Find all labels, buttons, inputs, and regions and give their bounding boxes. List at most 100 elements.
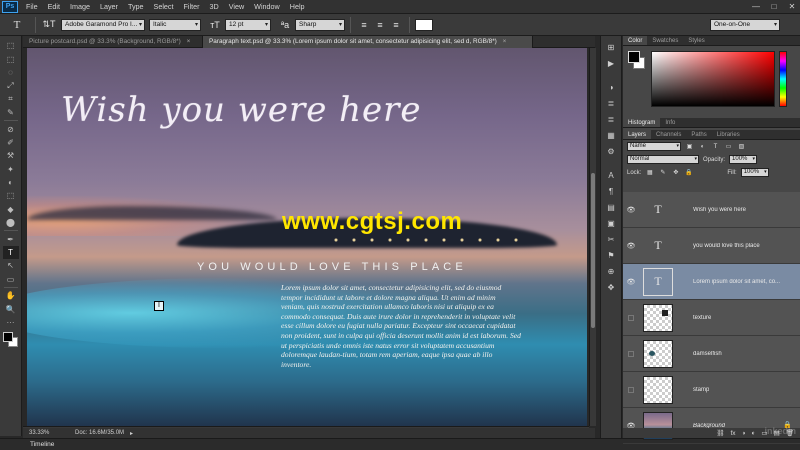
color-swatches[interactable]: [2, 331, 20, 349]
font-style-select[interactable]: Italic: [149, 18, 201, 31]
anti-alias-select[interactable]: Sharp: [295, 18, 345, 31]
menu-help[interactable]: Help: [285, 0, 310, 14]
filter-shape-icon[interactable]: ▭: [724, 142, 733, 151]
gradient-tool-icon[interactable]: ⬚: [3, 189, 19, 202]
visibility-toggle-off[interactable]: [623, 350, 639, 357]
crop-tool-icon[interactable]: ⌗: [3, 93, 19, 106]
tab-libraries[interactable]: Libraries: [712, 130, 745, 139]
maximize-icon[interactable]: □: [768, 1, 780, 12]
transform-icon[interactable]: ✥: [603, 280, 619, 294]
tool-presets-icon[interactable]: ✂: [603, 232, 619, 246]
adjustments-icon[interactable]: ◑: [603, 80, 619, 94]
tab-paragraph-text[interactable]: Paragraph text.psd @ 33.3% (Lorem ipsum …: [203, 36, 533, 48]
quick-select-tool-icon[interactable]: ⤢: [3, 79, 19, 92]
tab-layers[interactable]: Layers: [623, 130, 652, 139]
brush-settings-icon[interactable]: ⚙: [603, 144, 619, 158]
filter-pixel-icon[interactable]: ▣: [685, 142, 694, 151]
fill-input[interactable]: 100%: [740, 168, 769, 177]
vertical-scrollbar[interactable]: [589, 48, 596, 426]
history-brush-tool-icon[interactable]: ✦: [3, 163, 19, 176]
font-family-select[interactable]: Adobe Garamond Pro I...: [61, 18, 145, 31]
paragraph-panel-icon[interactable]: ¶: [603, 184, 619, 198]
lock-position-icon[interactable]: ✥: [671, 168, 680, 177]
subtitle-text[interactable]: YOU WOULD LOVE THIS PLACE: [197, 261, 467, 273]
visibility-eye-icon[interactable]: 👁: [623, 278, 639, 286]
brush-tool-icon[interactable]: ✐: [3, 136, 19, 149]
tab-info[interactable]: Info: [660, 118, 680, 127]
visibility-eye-icon[interactable]: 👁: [623, 242, 639, 250]
lasso-tool-icon[interactable]: ◌: [3, 66, 19, 79]
blur-tool-icon[interactable]: ◆: [3, 203, 19, 216]
tab-channels[interactable]: Channels: [651, 130, 686, 139]
menu-view[interactable]: View: [224, 0, 249, 14]
filter-adjustment-icon[interactable]: ◐: [698, 142, 707, 151]
hue-slider[interactable]: [779, 51, 787, 107]
color-picker-field[interactable]: [651, 51, 775, 107]
eraser-tool-icon[interactable]: ◐: [3, 176, 19, 189]
pen-tool-icon[interactable]: ✒: [3, 232, 19, 245]
filter-type-icon[interactable]: T: [711, 142, 720, 151]
path-select-tool-icon[interactable]: ↖: [3, 259, 19, 272]
tab-histogram[interactable]: Histogram: [623, 118, 661, 127]
menu-3d[interactable]: 3D: [205, 0, 224, 14]
text-orientation-icon[interactable]: ⇅T: [41, 17, 57, 33]
document-canvas[interactable]: Wish you were here www.cgtsj.com YOU WOU…: [23, 48, 595, 426]
opacity-input[interactable]: 100%: [729, 155, 758, 164]
vertical-scroll-thumb[interactable]: [591, 173, 595, 328]
layer-style-icon[interactable]: fx: [730, 430, 735, 437]
layer-row[interactable]: 👁 T you would love this place: [623, 228, 800, 264]
layer-row[interactable]: 👁 T Wish you were here: [623, 192, 800, 228]
align-left-icon[interactable]: ≡: [356, 17, 372, 33]
arrange-icon[interactable]: ⊞: [603, 40, 619, 54]
tab-picture-postcard[interactable]: Picture postcard.psd @ 33.3% (Background…: [23, 36, 203, 48]
eyedropper-tool-icon[interactable]: ✎: [3, 106, 19, 119]
zoom-level[interactable]: 33.33%: [23, 430, 49, 436]
foreground-color-chip[interactable]: [628, 51, 640, 63]
layer-row-selected[interactable]: 👁 T Lorem ipsum dolor sit amet, co...: [623, 264, 800, 300]
menu-window[interactable]: Window: [249, 0, 285, 14]
hand-tool-icon[interactable]: ✋: [3, 289, 19, 302]
font-size-select[interactable]: 12 pt: [225, 18, 271, 31]
paragraph-text[interactable]: Lorem ipsum dolor sit amet, consectetur …: [281, 283, 521, 369]
status-menu-icon[interactable]: ▸: [130, 430, 133, 437]
menu-layer[interactable]: Layer: [95, 0, 123, 14]
menu-select[interactable]: Select: [149, 0, 179, 14]
blend-mode-select[interactable]: Normal: [627, 155, 699, 164]
clone-stamp-tool-icon[interactable]: ⚒: [3, 149, 19, 162]
foreground-color-swatch[interactable]: [2, 332, 13, 343]
layer-row[interactable]: damselfish: [623, 336, 800, 372]
marquee-tool-icon[interactable]: ⬚: [3, 52, 19, 65]
history-icon[interactable]: ≣: [603, 112, 619, 126]
lock-image-icon[interactable]: ✎: [658, 168, 667, 177]
tab-color[interactable]: Color: [623, 36, 648, 45]
visibility-eye-icon[interactable]: 👁: [623, 206, 639, 214]
tab-paths[interactable]: Paths: [686, 130, 711, 139]
character-styles-icon[interactable]: ▣: [603, 216, 619, 230]
character-panel-icon[interactable]: A: [603, 168, 619, 182]
text-color-swatch[interactable]: [415, 18, 433, 31]
notes-icon[interactable]: ⚑: [603, 248, 619, 262]
type-tool-preset-icon[interactable]: T: [4, 16, 30, 34]
actions-play-icon[interactable]: ▶: [603, 56, 619, 70]
visibility-toggle-off[interactable]: [623, 314, 639, 321]
properties-icon[interactable]: ≣: [603, 96, 619, 110]
paragraph-styles-icon[interactable]: ▤: [603, 200, 619, 214]
align-center-icon[interactable]: ≡: [372, 17, 388, 33]
tab-styles[interactable]: Styles: [683, 36, 709, 45]
layer-mask-icon[interactable]: ◑: [742, 430, 746, 437]
dodge-tool-icon[interactable]: ⬤: [3, 216, 19, 229]
layer-filter-select[interactable]: Name: [627, 142, 681, 151]
close-icon[interactable]: ✕: [786, 1, 798, 12]
menu-edit[interactable]: Edit: [43, 0, 65, 14]
tab-swatches[interactable]: Swatches: [647, 36, 683, 45]
navigator-icon[interactable]: ⊕: [603, 264, 619, 278]
menu-image[interactable]: Image: [65, 0, 95, 14]
link-layers-icon[interactable]: ⛓: [716, 429, 724, 437]
script-title-text[interactable]: Wish you were here: [61, 90, 422, 130]
more-tools-icon[interactable]: ···: [3, 316, 19, 329]
align-right-icon[interactable]: ≡: [388, 17, 404, 33]
layer-row[interactable]: texture: [623, 300, 800, 336]
rectangle-tool-icon[interactable]: ▭: [3, 273, 19, 286]
move-tool-icon[interactable]: ⬚: [3, 39, 19, 52]
close-tab-icon[interactable]: ×: [503, 38, 507, 45]
